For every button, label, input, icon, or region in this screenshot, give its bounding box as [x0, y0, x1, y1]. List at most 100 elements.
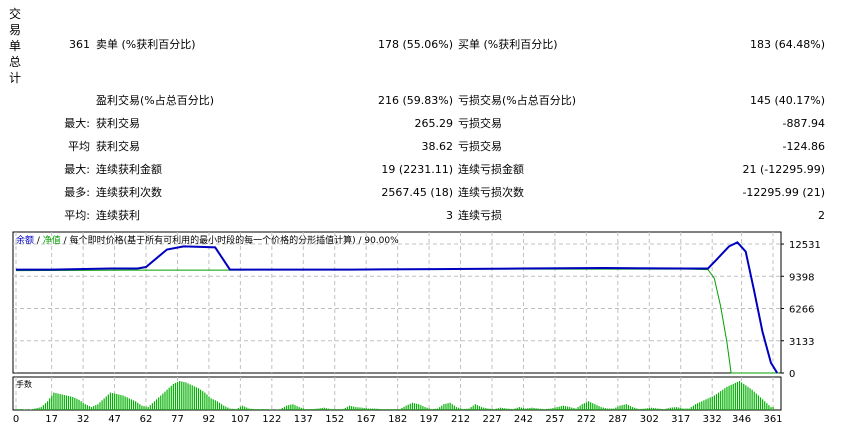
profit-label: 连续获利次数 [96, 186, 162, 199]
summary-row: 平均 获利交易 38.62 亏损交易 -124.86 [0, 138, 843, 156]
volume-bar [99, 402, 101, 410]
volume-bar [40, 407, 42, 410]
volume-bar [466, 408, 468, 410]
volume-bar [621, 405, 623, 410]
volume-bar [288, 405, 290, 410]
volume-bar [753, 391, 755, 410]
volume-bar [348, 405, 351, 410]
volume-bar [707, 398, 709, 410]
volume-bar [344, 407, 346, 410]
volume-bar [713, 395, 715, 410]
volume-bar [472, 405, 474, 410]
volume-bar [497, 408, 499, 410]
volume-bar [768, 405, 770, 410]
volume-bar [246, 407, 248, 410]
volume-bar [160, 395, 162, 410]
volume-bar [114, 393, 116, 410]
volume-bar [663, 409, 665, 410]
loss-value: 145 (40.17%) [749, 94, 825, 107]
volume-bar [334, 409, 336, 410]
volume-bar [705, 399, 707, 410]
volume-bar [313, 408, 315, 410]
volume-bar [158, 397, 160, 410]
volume-bar [325, 408, 328, 410]
profit-label: 连续获利 [96, 209, 140, 222]
row-prefix: 最多: [64, 186, 90, 199]
volume-bar [474, 404, 476, 410]
legend-separator: / [34, 236, 43, 246]
volume-bar [221, 404, 223, 410]
balance-chart: 0 17 32 47 62 77 92 107 122 137 152 167 182 197 212 227… [12, 231, 821, 425]
volume-bar [235, 409, 237, 410]
volume-bar [200, 389, 202, 410]
volume-bar [292, 404, 294, 410]
volume-bar [317, 408, 319, 410]
summary-row: 平均: 连续获利 3 连续亏损 2 [0, 207, 843, 225]
volume-bar [321, 407, 323, 410]
volume-bar [585, 402, 588, 410]
volume-bar [747, 386, 749, 410]
volume-bar [390, 409, 393, 410]
volume-bar [671, 407, 674, 410]
volume-bar [514, 408, 516, 410]
volume-bar [86, 405, 88, 410]
x-tick-label: 257 [545, 414, 564, 425]
volume-bar [212, 399, 214, 410]
volume-bar [260, 409, 263, 410]
volume-bar [413, 403, 416, 410]
volume-bar [403, 406, 405, 410]
volume-bar [434, 408, 437, 410]
volume-bar [611, 408, 613, 410]
volume-bar [206, 394, 208, 410]
volume-bar [74, 397, 76, 410]
volume-bar [386, 409, 388, 410]
volume-bar [762, 399, 764, 410]
volume-bar [302, 408, 304, 410]
volume-bar [176, 381, 179, 410]
volume-bar [283, 406, 286, 410]
volume-bar [409, 403, 411, 410]
volume-bar [330, 409, 332, 410]
volume-bar [481, 407, 483, 410]
loss-value: 21 (-12295.99) [742, 163, 825, 176]
volume-bar [306, 409, 309, 410]
volume-bar [499, 407, 502, 410]
volume-bar [57, 393, 59, 410]
volume-bar [703, 400, 705, 410]
volume-bar [340, 409, 342, 410]
volume-bar [277, 409, 279, 410]
y-tick-label: 3133 [789, 337, 814, 348]
volume-bar [590, 402, 592, 410]
row-prefix: 最大: [64, 117, 90, 130]
volume-bar [564, 406, 567, 410]
volume-bar [265, 409, 267, 410]
volume-bar [267, 409, 269, 410]
volume-bar [720, 391, 722, 410]
volume-bar [439, 407, 441, 410]
volume-bar [49, 398, 51, 410]
volume-bar [447, 403, 449, 410]
volume-bar [709, 397, 711, 410]
volume-bar [483, 407, 485, 410]
volume-bar [93, 406, 95, 410]
loss-value: -887.94 [782, 117, 825, 130]
volume-bar [766, 403, 768, 410]
profit-label: 获利交易 [96, 140, 140, 153]
volume-bar [168, 387, 170, 410]
volume-bar [711, 396, 713, 410]
profit-value: 216 (59.83%) [377, 94, 453, 107]
volume-bar [185, 382, 187, 410]
volume-bar [755, 393, 757, 410]
volume-bar [250, 408, 252, 410]
volume-bar [449, 402, 451, 410]
x-tick-label: 167 [357, 414, 376, 425]
volume-bar [558, 406, 560, 410]
volume-bar [426, 407, 428, 410]
volume-bar [577, 407, 579, 410]
volume-bar [462, 409, 464, 410]
summary-row: 最大: 获利交易 265.29 亏损交易 -887.94 [0, 115, 843, 133]
volume-bar [363, 407, 365, 410]
volume-bar [319, 408, 321, 410]
volume-bar [65, 395, 68, 410]
volume-bar [181, 381, 183, 410]
